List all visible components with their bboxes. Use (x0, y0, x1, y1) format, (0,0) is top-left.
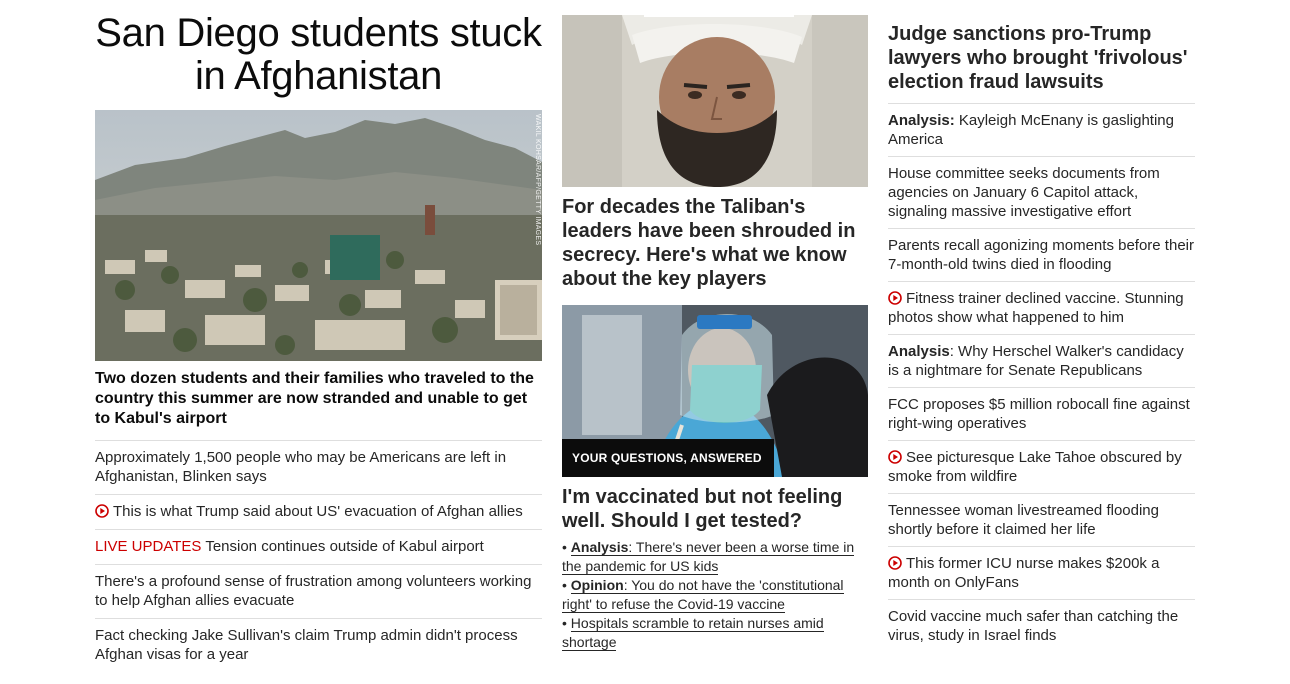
story-item[interactable]: House committee seeks documents from age… (888, 157, 1195, 229)
story-item[interactable]: Fitness trainer declined vaccine. Stunni… (888, 282, 1195, 335)
bullet-item[interactable]: • Hospitals scramble to retain nurses am… (562, 614, 868, 652)
story-item[interactable]: Fact checking Jake Sullivan's claim Trum… (95, 619, 542, 672)
kabul-city-photo[interactable]: WAKIL KOHSAR/AFP/GETTY IMAGES (95, 110, 542, 361)
photo-credit: WAKIL KOHSAR/AFP/GETTY IMAGES (534, 114, 541, 246)
bullet-label: Analysis (570, 539, 629, 555)
story-text: FCC proposes $5 million robocall fine ag… (888, 396, 1190, 432)
taliban-leaders-headline[interactable]: For decades the Taliban's leaders have b… (562, 195, 868, 291)
story-text: See picturesque Lake Tahoe obscured by s… (888, 449, 1182, 485)
bullet-item[interactable]: • Analysis: There's never been a worse t… (562, 538, 868, 576)
story-text: Approximately 1,500 people who may be Am… (95, 449, 507, 485)
live-updates-label: LIVE UPDATES (95, 538, 202, 555)
related-links-list: • Analysis: There's never been a worse t… (562, 538, 868, 652)
your-questions-answered-badge: YOUR QUESTIONS, ANSWERED (562, 439, 774, 477)
play-icon (95, 504, 109, 518)
story-text: Fitness trainer declined vaccine. Stunni… (888, 290, 1184, 326)
column-middle: For decades the Taliban's leaders have b… (562, 15, 868, 652)
analysis-label: Analysis: (888, 112, 955, 129)
play-icon (888, 450, 902, 464)
lead-story-text[interactable]: Two dozen students and their families wh… (95, 369, 542, 441)
bullet-link[interactable]: Opinion: You do not have the 'constituti… (562, 577, 844, 613)
story-text: There's a profound sense of frustration … (95, 573, 532, 609)
column-left: San Diego students stuck in Afghanistan (95, 12, 542, 672)
story-text: This is what Trump said about US' evacua… (113, 503, 523, 520)
story-text: This former ICU nurse makes $200k a mont… (888, 555, 1160, 591)
story-text: Fact checking Jake Sullivan's claim Trum… (95, 627, 518, 663)
story-item[interactable]: This former ICU nurse makes $200k a mont… (888, 547, 1195, 600)
story-item[interactable]: Analysis: Kayleigh McEnany is gaslightin… (888, 104, 1195, 157)
story-text: Tension continues outside of Kabul airpo… (201, 538, 484, 555)
bullet-link[interactable]: Hospitals scramble to retain nurses amid… (562, 615, 824, 651)
vaccine-testing-photo[interactable]: YOUR QUESTIONS, ANSWERED (562, 305, 868, 477)
bullet-item[interactable]: • Opinion: You do not have the 'constitu… (562, 576, 868, 614)
judge-sanctions-headline[interactable]: Judge sanctions pro-Trump lawyers who br… (888, 22, 1195, 104)
story-item[interactable]: Tennessee woman livestreamed flooding sh… (888, 494, 1195, 547)
taliban-leader-photo[interactable] (562, 15, 868, 187)
story-item[interactable]: Approximately 1,500 people who may be Am… (95, 441, 542, 495)
bullet-link[interactable]: Analysis: There's never been a worse tim… (562, 539, 855, 575)
story-item[interactable]: FCC proposes $5 million robocall fine ag… (888, 388, 1195, 441)
story-text: Covid vaccine much safer than catching t… (888, 608, 1179, 644)
story-text: Parents recall agonizing moments before … (888, 237, 1194, 273)
story-item[interactable]: LIVE UPDATES Tension continues outside o… (95, 530, 542, 565)
kabul-city-image (95, 110, 542, 361)
story-text: House committee seeks documents from age… (888, 165, 1160, 220)
play-icon (888, 291, 902, 305)
story-item[interactable]: Covid vaccine much safer than catching t… (888, 600, 1195, 652)
story-item[interactable]: See picturesque Lake Tahoe obscured by s… (888, 441, 1195, 494)
headline-san-diego-students[interactable]: San Diego students stuck in Afghanistan (95, 12, 542, 98)
play-icon (888, 556, 902, 570)
story-text: Tennessee woman livestreamed flooding sh… (888, 502, 1159, 538)
bullet-label: Opinion (570, 577, 624, 593)
story-item[interactable]: Parents recall agonizing moments before … (888, 229, 1195, 282)
vaccinated-not-feeling-well-headline[interactable]: I'm vaccinated but not feeling well. Sho… (562, 485, 868, 533)
column-right: Judge sanctions pro-Trump lawyers who br… (888, 22, 1195, 652)
taliban-leader-image (562, 15, 868, 187)
story-item[interactable]: Analysis: Why Herschel Walker's candidac… (888, 335, 1195, 388)
bullet-text: Hospitals scramble to retain nurses amid… (562, 615, 824, 650)
story-item[interactable]: There's a profound sense of frustration … (95, 565, 542, 619)
analysis-label: Analysis (888, 343, 950, 360)
story-item[interactable]: This is what Trump said about US' evacua… (95, 495, 542, 530)
